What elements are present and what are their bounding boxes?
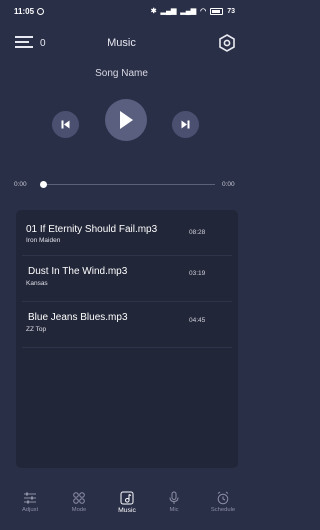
track-artist: Iron Maiden — [26, 237, 61, 244]
nav-label: Schedule — [210, 507, 236, 513]
nav-mic[interactable]: Mic — [154, 487, 194, 527]
nav-label: Music — [118, 507, 136, 514]
bottom-nav: Adjust Mode Music Mic Schedule — [0, 487, 243, 530]
track-title: 01 If Eternity Should Fail.mp3 — [26, 224, 158, 235]
page-title: Music — [107, 37, 136, 49]
wifi-icon: ◠ — [200, 7, 207, 15]
next-button[interactable] — [172, 111, 199, 138]
app-header: 0 Music — [0, 30, 243, 58]
status-bar: 11:05 ✱ ▂▄▆ ▂▄▆ ◠ 73 — [0, 0, 243, 22]
progress-slider[interactable] — [43, 184, 215, 185]
nav-music[interactable]: Music — [107, 487, 147, 527]
nav-label: Mic — [169, 507, 179, 513]
nav-adjust[interactable]: Adjust — [10, 487, 50, 527]
progress-handle[interactable] — [40, 181, 47, 188]
playlist: 01 If Eternity Should Fail.mp3 Iron Maid… — [16, 210, 238, 468]
track-duration: 03:19 — [189, 270, 206, 277]
track-title: Dust In The Wind.mp3 — [28, 266, 128, 277]
playlist-item[interactable]: Blue Jeans Blues.mp3 ZZ Top 04:45 — [22, 302, 232, 348]
elapsed-time: 0:00 — [14, 181, 27, 188]
nav-mode[interactable]: Mode — [59, 487, 99, 527]
status-indicators: ✱ ▂▄▆ ▂▄▆ ◠ 73 — [150, 7, 235, 15]
skip-previous-icon — [61, 120, 70, 129]
total-time: 0:00 — [222, 181, 235, 188]
track-duration: 04:45 — [189, 317, 206, 324]
signal-icon-2: ▂▄▆ — [180, 7, 197, 15]
nav-schedule[interactable]: Schedule — [203, 487, 243, 527]
track-artist: Kansas — [26, 280, 48, 287]
previous-button[interactable] — [52, 111, 79, 138]
notification-circle-icon — [37, 7, 45, 15]
nav-label: Adjust — [21, 507, 39, 513]
play-button[interactable] — [105, 99, 147, 141]
play-icon — [120, 111, 133, 129]
track-duration: 08:28 — [189, 229, 206, 236]
playlist-item[interactable]: 01 If Eternity Should Fail.mp3 Iron Maid… — [22, 210, 232, 256]
clock-text: 11:05 — [14, 6, 35, 16]
battery-icon — [210, 7, 224, 15]
nav-label: Mode — [71, 507, 87, 513]
status-time: 11:05 — [14, 6, 45, 16]
settings-hexagon-icon[interactable] — [218, 34, 236, 52]
music-note-icon — [120, 491, 134, 505]
microphone-icon — [169, 491, 179, 504]
track-artist: ZZ Top — [26, 326, 47, 333]
alarm-clock-icon — [217, 491, 229, 505]
playlist-item[interactable]: Dust In The Wind.mp3 Kansas 03:19 — [22, 256, 232, 302]
signal-icon: ▂▄▆ — [160, 7, 177, 15]
song-name: Song Name — [95, 68, 148, 79]
sliders-icon — [24, 492, 36, 504]
bluetooth-icon: ✱ — [150, 7, 157, 15]
skip-next-icon — [181, 120, 190, 129]
grid-icon — [73, 492, 85, 504]
battery-level: 73 — [227, 7, 235, 15]
track-title: Blue Jeans Blues.mp3 — [28, 312, 128, 323]
